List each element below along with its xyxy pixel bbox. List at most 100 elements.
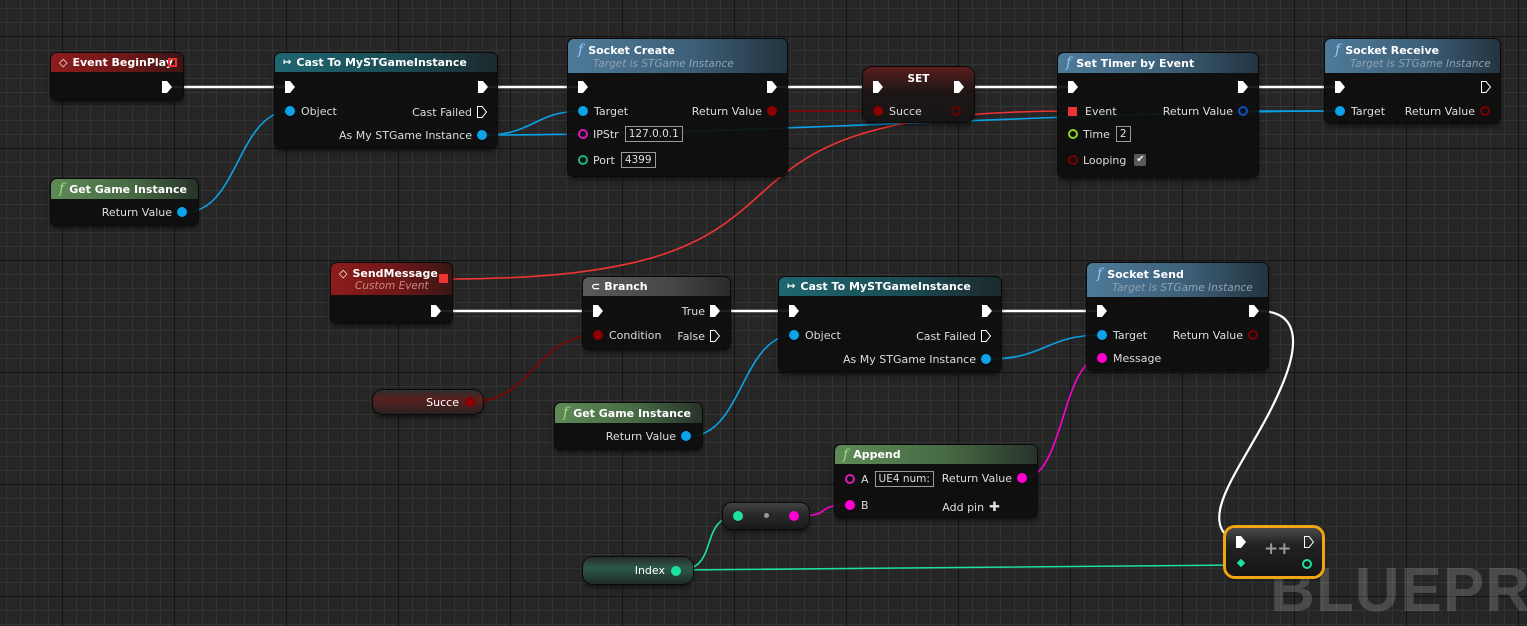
- increment-node[interactable]: ++: [1226, 528, 1322, 576]
- pin-label: Add pin: [942, 500, 985, 514]
- pin-label: Target: [1113, 328, 1148, 342]
- exec-out-pin[interactable]: [1304, 536, 1314, 548]
- integer-pin[interactable]: [578, 155, 588, 165]
- boolean-pin[interactable]: [465, 397, 475, 407]
- integer-pin[interactable]: [1302, 559, 1312, 569]
- delegate-pin[interactable]: [439, 274, 448, 283]
- pin-label: Return Value: [101, 205, 172, 219]
- node-header: f Get Game Instance: [555, 403, 702, 423]
- exec-out-pin[interactable]: [767, 81, 777, 93]
- pin-label: A: [861, 472, 869, 486]
- add-pin-button[interactable]: Add pin ✚: [942, 499, 1000, 515]
- append-node[interactable]: f Append A UE4 num: Return Value B Add p…: [835, 445, 1037, 517]
- exec-in-pin[interactable]: [789, 305, 799, 317]
- exec-in-pin[interactable]: [1236, 536, 1246, 548]
- exec-out-pin[interactable]: [1481, 81, 1491, 93]
- boolean-pin[interactable]: [1068, 155, 1078, 165]
- ipstr-row: IPStr 127.0.0.1: [578, 126, 683, 142]
- exec-out-pin[interactable]: [710, 305, 720, 317]
- string-pin[interactable]: [789, 511, 799, 521]
- node-title: Append: [853, 448, 901, 461]
- false-row: False: [677, 328, 720, 344]
- float-pin[interactable]: [1068, 129, 1078, 139]
- string-pin[interactable]: [1097, 353, 1107, 363]
- exec-out-pin[interactable]: [431, 305, 441, 317]
- string-pin[interactable]: [578, 129, 588, 139]
- exec-out-pin[interactable]: [982, 305, 992, 317]
- exec-out-pin[interactable]: [478, 81, 488, 93]
- boolean-pin[interactable]: [1248, 330, 1258, 340]
- index-variable-getter[interactable]: Index: [583, 557, 693, 584]
- ipstr-input[interactable]: 127.0.0.1: [624, 126, 683, 142]
- object-pin[interactable]: [477, 130, 487, 140]
- string-pin[interactable]: [1017, 473, 1027, 483]
- pin-label: Event: [1085, 104, 1117, 118]
- boolean-pin[interactable]: [1480, 106, 1490, 116]
- conversion-dot-icon: [764, 513, 769, 518]
- port-input[interactable]: 4399: [620, 152, 656, 168]
- boolean-pin[interactable]: [593, 330, 603, 340]
- succe-variable-getter[interactable]: Succe: [373, 390, 483, 414]
- exec-in-pin[interactable]: [1097, 305, 1107, 317]
- object-pin[interactable]: [578, 106, 588, 116]
- delegate-pin[interactable]: [1068, 106, 1077, 116]
- object-pin[interactable]: [177, 207, 187, 217]
- integer-wire[interactable]: [679, 564, 1242, 571]
- delegate-pin[interactable]: [168, 58, 177, 67]
- exec-in-pin[interactable]: [1335, 81, 1345, 93]
- exec-out-pin[interactable]: [954, 81, 964, 93]
- exec-out-pin[interactable]: [710, 330, 720, 342]
- looping-checkbox[interactable]: ✔: [1134, 154, 1147, 166]
- integer-ref-pin[interactable]: [1236, 558, 1246, 568]
- node-title: Socket Send: [1107, 267, 1184, 281]
- integer-pin[interactable]: [671, 565, 681, 576]
- get-game-instance-node[interactable]: f Get Game Instance Return Value: [51, 179, 198, 225]
- object-pin[interactable]: [981, 354, 991, 364]
- exec-out-pin[interactable]: [477, 106, 487, 118]
- event-beginplay-node[interactable]: ◇ Event BeginPlay: [51, 53, 183, 100]
- cast-to-node[interactable]: ↦ Cast To MySTGameInstance Object Cast F…: [275, 53, 497, 148]
- string-pin[interactable]: [845, 500, 855, 510]
- exec-out-pin[interactable]: [162, 81, 172, 93]
- as-instance-row: As My STGame Instance: [339, 127, 487, 143]
- exec-in-pin[interactable]: [873, 81, 883, 93]
- object-pin[interactable]: [1097, 330, 1107, 340]
- exec-out-pin[interactable]: [981, 330, 991, 342]
- exec-in-pin[interactable]: [1068, 81, 1078, 93]
- socket-receive-node[interactable]: f Socket Receive Target is STGame Instanc…: [1325, 39, 1500, 123]
- object-pin[interactable]: [285, 106, 295, 116]
- exec-in-pin[interactable]: [285, 81, 295, 93]
- socket-send-node[interactable]: f Socket Send Target is STGame Instance T…: [1087, 263, 1268, 370]
- integer-pin[interactable]: [733, 511, 743, 521]
- boolean-wire[interactable]: [469, 334, 599, 403]
- socket-create-node[interactable]: f Socket Create Target is STGame Instance…: [568, 39, 787, 176]
- cast-to-node[interactable]: ↦ Cast To MySTGameInstance Object Cast F…: [779, 277, 1001, 372]
- set-variable-node[interactable]: SET Succe: [863, 67, 974, 122]
- get-game-instance-node[interactable]: f Get Game Instance Return Value: [555, 403, 702, 449]
- a-input[interactable]: UE4 num:: [874, 471, 934, 487]
- object-row: Object: [285, 103, 337, 119]
- set-timer-by-event-node[interactable]: f Set Timer by Event Event Return Value …: [1058, 53, 1258, 177]
- int-to-string-conversion-node[interactable]: [723, 503, 809, 529]
- exec-out-pin[interactable]: [1238, 81, 1248, 93]
- object-wire[interactable]: [988, 334, 1103, 360]
- exec-in-pin[interactable]: [593, 305, 603, 317]
- event-row: Event: [1068, 103, 1117, 119]
- string-pin[interactable]: [845, 474, 855, 484]
- object-pin[interactable]: [681, 431, 691, 441]
- time-input[interactable]: 2: [1115, 126, 1131, 142]
- send-message-event-node[interactable]: ◇ SendMessage Custom Event: [331, 263, 452, 323]
- pin-label: B: [861, 498, 869, 512]
- exec-out-pin[interactable]: [1249, 305, 1259, 317]
- boolean-out-pin[interactable]: [951, 106, 961, 116]
- object-pin[interactable]: [1335, 106, 1345, 116]
- boolean-pin[interactable]: [767, 106, 777, 116]
- boolean-pin[interactable]: [873, 106, 883, 116]
- struct-pin[interactable]: [1238, 106, 1248, 116]
- exec-in-pin[interactable]: [578, 81, 588, 93]
- function-icon: f: [1335, 42, 1341, 58]
- branch-node[interactable]: ⊂ Branch True Condition False: [583, 277, 730, 349]
- node-title: Cast To MySTGameInstance: [296, 56, 467, 69]
- object-pin[interactable]: [789, 330, 799, 340]
- pin-label: Object: [301, 104, 337, 118]
